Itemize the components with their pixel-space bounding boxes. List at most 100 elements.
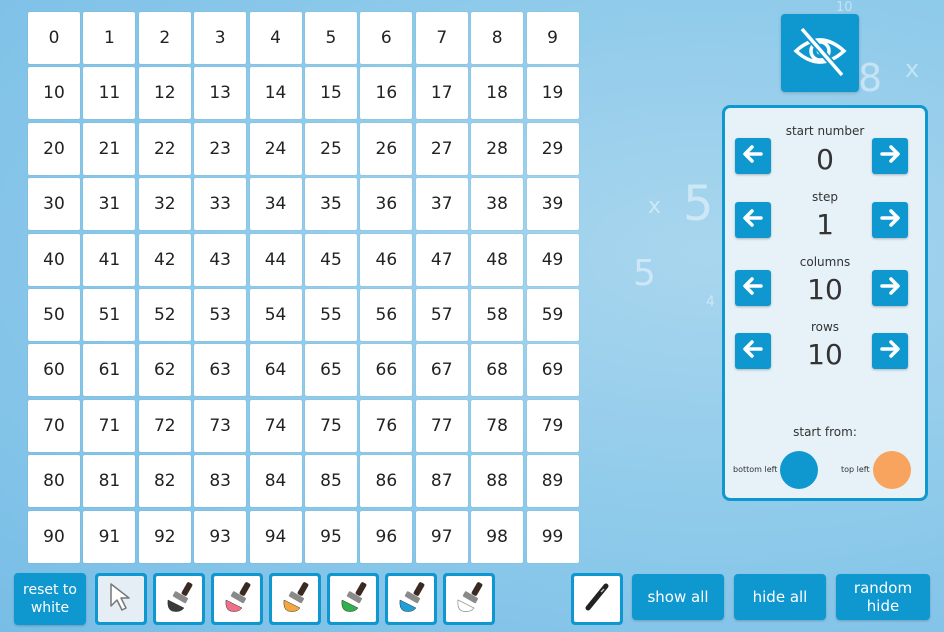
grid-cell[interactable]: 46 [360, 233, 413, 286]
step-decrease-button[interactable] [735, 202, 771, 238]
grid-cell[interactable]: 98 [471, 510, 524, 563]
grid-cell[interactable]: 24 [249, 122, 302, 175]
start-number-increase-button[interactable] [872, 138, 908, 174]
brush-green-button[interactable] [327, 573, 379, 625]
grid-cell[interactable]: 2 [138, 12, 191, 64]
grid-cell[interactable]: 0 [28, 12, 80, 64]
columns-decrease-button[interactable] [735, 270, 771, 306]
grid-cell[interactable]: 41 [83, 233, 136, 286]
grid-cell[interactable]: 26 [360, 122, 413, 175]
grid-cell[interactable]: 65 [304, 344, 357, 397]
brush-white-button[interactable] [443, 573, 495, 625]
grid-cell[interactable]: 55 [304, 288, 357, 341]
grid-cell[interactable]: 68 [471, 344, 524, 397]
grid-cell[interactable]: 90 [28, 510, 80, 563]
grid-cell[interactable]: 84 [249, 455, 302, 508]
grid-cell[interactable]: 44 [249, 233, 302, 286]
select-tool-button[interactable] [95, 573, 147, 625]
grid-cell[interactable]: 31 [83, 178, 136, 231]
grid-cell[interactable]: 85 [304, 455, 357, 508]
grid-cell[interactable]: 7 [415, 12, 468, 64]
grid-cell[interactable]: 14 [249, 67, 302, 120]
grid-cell[interactable]: 75 [304, 399, 357, 452]
grid-cell[interactable]: 48 [471, 233, 524, 286]
grid-cell[interactable]: 8 [471, 12, 524, 64]
grid-cell[interactable]: 20 [28, 122, 80, 175]
grid-cell[interactable]: 40 [28, 233, 80, 286]
grid-cell[interactable]: 27 [415, 122, 468, 175]
hide-all-button[interactable]: hide all [734, 574, 826, 620]
toggle-visibility-button[interactable] [781, 14, 859, 92]
grid-cell[interactable]: 87 [415, 455, 468, 508]
grid-cell[interactable]: 34 [249, 178, 302, 231]
grid-cell[interactable]: 56 [360, 288, 413, 341]
grid-cell[interactable]: 94 [249, 510, 302, 563]
grid-cell[interactable]: 96 [360, 510, 413, 563]
grid-cell[interactable]: 15 [304, 67, 357, 120]
grid-cell[interactable]: 73 [194, 399, 247, 452]
grid-cell[interactable]: 99 [526, 510, 579, 563]
brush-orange-button[interactable] [269, 573, 321, 625]
grid-cell[interactable]: 63 [194, 344, 247, 397]
brush-black-button[interactable] [153, 573, 205, 625]
grid-cell[interactable]: 19 [526, 67, 579, 120]
grid-cell[interactable]: 59 [526, 288, 579, 341]
grid-cell[interactable]: 62 [138, 344, 191, 397]
grid-cell[interactable]: 71 [83, 399, 136, 452]
grid-cell[interactable]: 58 [471, 288, 524, 341]
grid-cell[interactable]: 29 [526, 122, 579, 175]
grid-cell[interactable]: 60 [28, 344, 80, 397]
grid-cell[interactable]: 86 [360, 455, 413, 508]
grid-cell[interactable]: 17 [415, 67, 468, 120]
grid-cell[interactable]: 49 [526, 233, 579, 286]
grid-cell[interactable]: 16 [360, 67, 413, 120]
grid-cell[interactable]: 61 [83, 344, 136, 397]
grid-cell[interactable]: 1 [83, 12, 136, 64]
grid-cell[interactable]: 81 [83, 455, 136, 508]
grid-cell[interactable]: 89 [526, 455, 579, 508]
grid-cell[interactable]: 54 [249, 288, 302, 341]
grid-cell[interactable]: 4 [249, 12, 302, 64]
grid-cell[interactable]: 22 [138, 122, 191, 175]
grid-cell[interactable]: 72 [138, 399, 191, 452]
brush-pink-button[interactable] [211, 573, 263, 625]
grid-cell[interactable]: 79 [526, 399, 579, 452]
grid-cell[interactable]: 6 [360, 12, 413, 64]
grid-cell[interactable]: 50 [28, 288, 80, 341]
grid-cell[interactable]: 70 [28, 399, 80, 452]
grid-cell[interactable]: 33 [194, 178, 247, 231]
show-all-button[interactable]: show all [632, 574, 724, 620]
columns-increase-button[interactable] [872, 270, 908, 306]
brush-blue-button[interactable] [385, 573, 437, 625]
grid-cell[interactable]: 3 [194, 12, 247, 64]
grid-cell[interactable]: 12 [138, 67, 191, 120]
reset-to-white-button[interactable]: reset to white [14, 573, 86, 625]
grid-cell[interactable]: 93 [194, 510, 247, 563]
grid-cell[interactable]: 9 [526, 12, 579, 64]
grid-cell[interactable]: 30 [28, 178, 80, 231]
grid-cell[interactable]: 28 [471, 122, 524, 175]
grid-cell[interactable]: 36 [360, 178, 413, 231]
grid-cell[interactable]: 11 [83, 67, 136, 120]
grid-cell[interactable]: 69 [526, 344, 579, 397]
grid-cell[interactable]: 18 [471, 67, 524, 120]
grid-cell[interactable]: 74 [249, 399, 302, 452]
rows-increase-button[interactable] [872, 333, 908, 369]
grid-cell[interactable]: 38 [471, 178, 524, 231]
grid-cell[interactable]: 88 [471, 455, 524, 508]
grid-cell[interactable]: 78 [471, 399, 524, 452]
random-hide-button[interactable]: random hide [836, 574, 930, 620]
grid-cell[interactable]: 47 [415, 233, 468, 286]
grid-cell[interactable]: 37 [415, 178, 468, 231]
grid-cell[interactable]: 51 [83, 288, 136, 341]
pen-tool-button[interactable] [571, 573, 623, 625]
step-increase-button[interactable] [872, 202, 908, 238]
grid-cell[interactable]: 42 [138, 233, 191, 286]
grid-cell[interactable]: 43 [194, 233, 247, 286]
grid-cell[interactable]: 67 [415, 344, 468, 397]
grid-cell[interactable]: 80 [28, 455, 80, 508]
grid-cell[interactable]: 21 [83, 122, 136, 175]
grid-cell[interactable]: 76 [360, 399, 413, 452]
grid-cell[interactable]: 66 [360, 344, 413, 397]
rows-decrease-button[interactable] [735, 333, 771, 369]
